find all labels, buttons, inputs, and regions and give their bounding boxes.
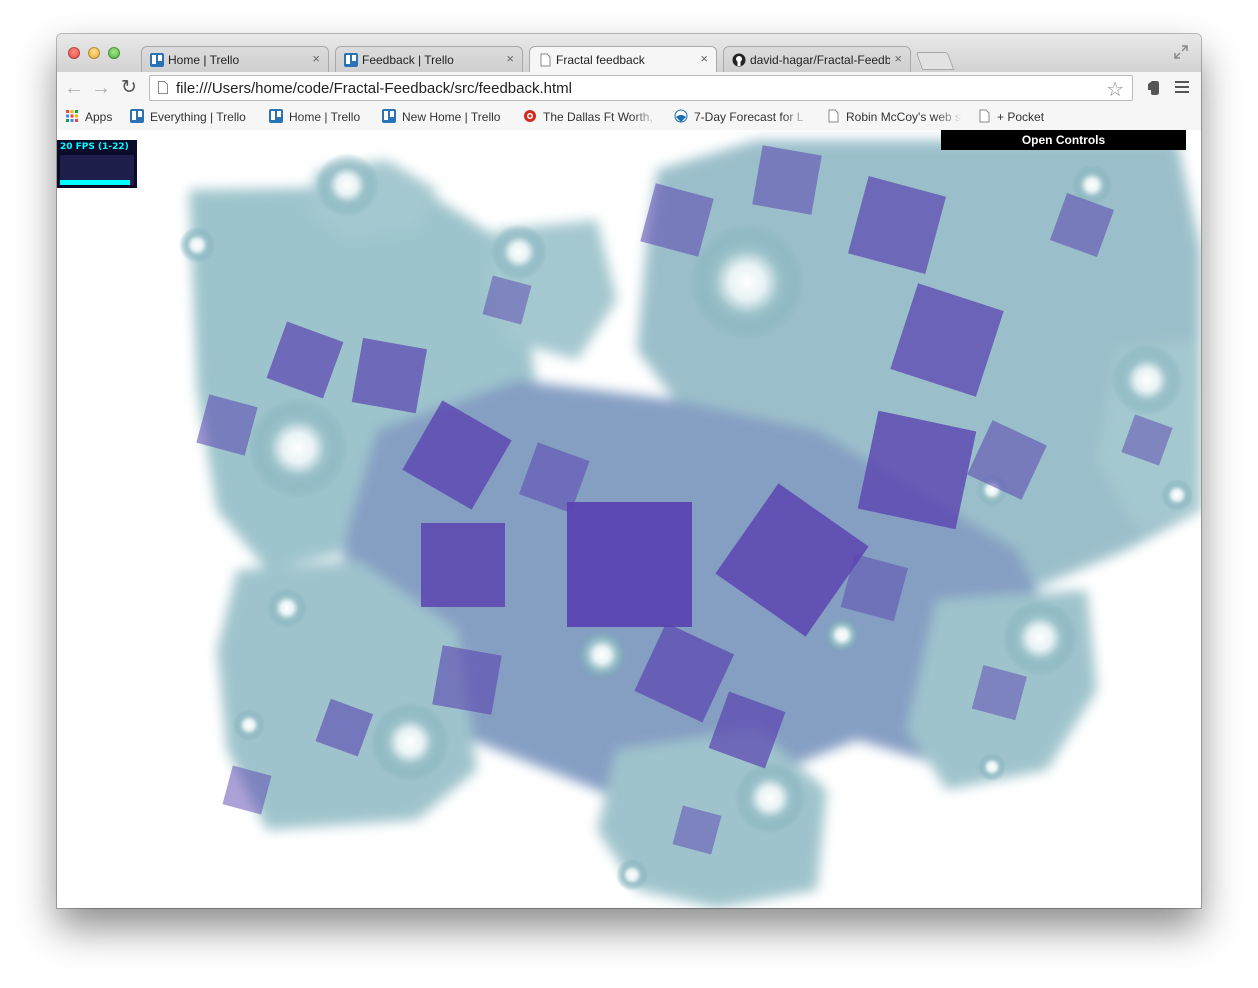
screen: Home | Trello × Feedback | Trello × Frac… bbox=[0, 0, 1258, 988]
trello-icon bbox=[150, 53, 164, 67]
tab-close-icon[interactable]: × bbox=[894, 51, 902, 66]
tab-feedback-trello[interactable]: Feedback | Trello × bbox=[335, 46, 523, 72]
bookmark-7-day-forecast[interactable]: 7-Day Forecast for L bbox=[674, 109, 810, 127]
new-tab-button[interactable] bbox=[915, 52, 955, 70]
bookmark-label: + Pocket bbox=[997, 110, 1045, 124]
tab-close-icon[interactable]: × bbox=[700, 51, 708, 66]
bookmark-new-home-trello[interactable]: New Home | Trello bbox=[382, 109, 500, 127]
tab-github[interactable]: david-hagar/Fractal-Feedb × bbox=[723, 46, 911, 72]
tab-title: david-hagar/Fractal-Feedb bbox=[750, 53, 890, 67]
apps-grid-icon bbox=[66, 110, 78, 122]
address-bar[interactable]: file:///Users/home/code/Fractal-Feedback… bbox=[149, 75, 1133, 101]
github-icon bbox=[732, 53, 746, 67]
bookmark-label: Apps bbox=[85, 110, 113, 124]
tab-title: Feedback | Trello bbox=[362, 53, 454, 67]
bookmark-pocket[interactable]: + Pocket bbox=[977, 109, 1044, 127]
bookmark-label: Everything | Trello bbox=[150, 110, 246, 124]
toolbar: ← → ↻ file:///Users/home/code/Fractal-Fe… bbox=[57, 72, 1201, 106]
fps-graph-bar bbox=[60, 180, 131, 185]
browser-window: Home | Trello × Feedback | Trello × Frac… bbox=[57, 34, 1201, 908]
evernote-icon[interactable] bbox=[1145, 80, 1161, 96]
url-text[interactable]: file:///Users/home/code/Fractal-Feedback… bbox=[176, 80, 572, 97]
forward-arrow-icon[interactable]: → bbox=[90, 77, 112, 99]
page-icon bbox=[979, 109, 990, 123]
bookmark-label: Robin McCoy's web s bbox=[846, 110, 961, 124]
fullscreen-icon[interactable] bbox=[1173, 44, 1189, 60]
bookmark-label: 7-Day Forecast for L bbox=[694, 110, 804, 124]
trello-icon bbox=[269, 109, 283, 123]
tab-close-icon[interactable]: × bbox=[506, 51, 514, 66]
fps-graph bbox=[60, 155, 134, 185]
menu-icon[interactable] bbox=[1175, 81, 1189, 96]
fractal-canvas[interactable] bbox=[57, 130, 1201, 908]
bookmarks-bar: Apps Everything | Trello Home | Trello N… bbox=[57, 105, 1201, 131]
tab-fractal-feedback[interactable]: Fractal feedback × bbox=[529, 46, 717, 72]
fps-stats-panel: 20 FPS (1-22) bbox=[57, 140, 137, 188]
back-arrow-icon[interactable]: ← bbox=[63, 77, 85, 99]
fps-label: 20 FPS (1-22) bbox=[60, 142, 129, 152]
window-close-button[interactable] bbox=[68, 47, 80, 59]
tab-title: Fractal feedback bbox=[556, 53, 645, 67]
tab-strip: Home | Trello × Feedback | Trello × Frac… bbox=[57, 34, 1201, 72]
bookmark-home-trello[interactable]: Home | Trello bbox=[269, 109, 360, 127]
trello-icon bbox=[344, 53, 358, 67]
bookmark-apps[interactable]: Apps bbox=[65, 109, 112, 127]
tab-home-trello[interactable]: Home | Trello × bbox=[141, 46, 329, 72]
page-icon bbox=[828, 109, 839, 123]
window-maximize-button[interactable] bbox=[108, 47, 120, 59]
bookmark-label: Home | Trello bbox=[289, 110, 361, 124]
tab-title: Home | Trello bbox=[168, 53, 240, 67]
bookmark-dallas-ft-worth[interactable]: The Dallas Ft Worth, bbox=[523, 109, 659, 127]
bookmark-label: New Home | Trello bbox=[402, 110, 501, 124]
gear-icon bbox=[524, 110, 536, 122]
bookmark-robin-mccoy[interactable]: Robin McCoy's web s bbox=[826, 109, 962, 127]
reload-icon[interactable]: ↻ bbox=[118, 77, 140, 99]
trello-icon bbox=[382, 109, 396, 123]
tab-close-icon[interactable]: × bbox=[312, 51, 320, 66]
page-icon bbox=[540, 53, 551, 67]
trello-icon bbox=[130, 109, 144, 123]
open-controls-button[interactable]: Open Controls bbox=[941, 130, 1186, 150]
window-minimize-button[interactable] bbox=[88, 47, 100, 59]
bookmark-star-icon[interactable]: ☆ bbox=[1106, 77, 1124, 102]
page-icon bbox=[158, 81, 168, 94]
bookmark-label: The Dallas Ft Worth, bbox=[543, 110, 653, 124]
bookmark-everything-trello[interactable]: Everything | Trello bbox=[130, 109, 246, 127]
page-content: 20 FPS (1-22) Open Controls bbox=[57, 130, 1201, 908]
noaa-icon bbox=[674, 109, 688, 123]
